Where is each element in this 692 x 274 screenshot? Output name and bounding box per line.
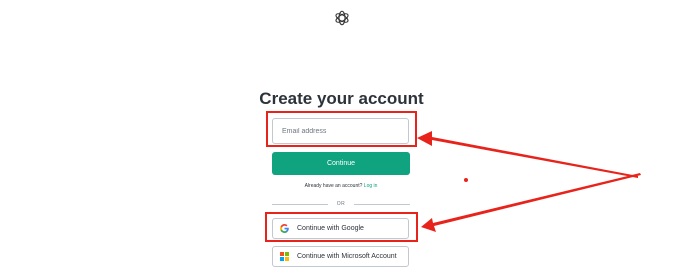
divider-line-right: [354, 204, 410, 205]
page-title: Create your account: [259, 89, 424, 108]
annotation-dot: [464, 178, 468, 182]
continue-button[interactable]: Continue: [272, 152, 410, 175]
continue-with-microsoft-button[interactable]: Continue with Microsoft Account: [272, 246, 409, 267]
annotation-arrow-google: [421, 173, 641, 232]
microsoft-button-label: Continue with Microsoft Account: [297, 253, 397, 260]
or-divider: OR: [272, 200, 410, 208]
login-prompt: Already have an account? Log in: [272, 183, 410, 189]
openai-logo-icon: [335, 10, 349, 26]
login-link[interactable]: Log in: [364, 183, 378, 189]
login-prompt-text: Already have an account?: [304, 183, 363, 189]
annotation-box-email: [266, 111, 417, 147]
microsoft-icon: [280, 252, 289, 261]
annotation-arrow-email: [417, 131, 638, 178]
annotation-box-google: [265, 212, 418, 242]
